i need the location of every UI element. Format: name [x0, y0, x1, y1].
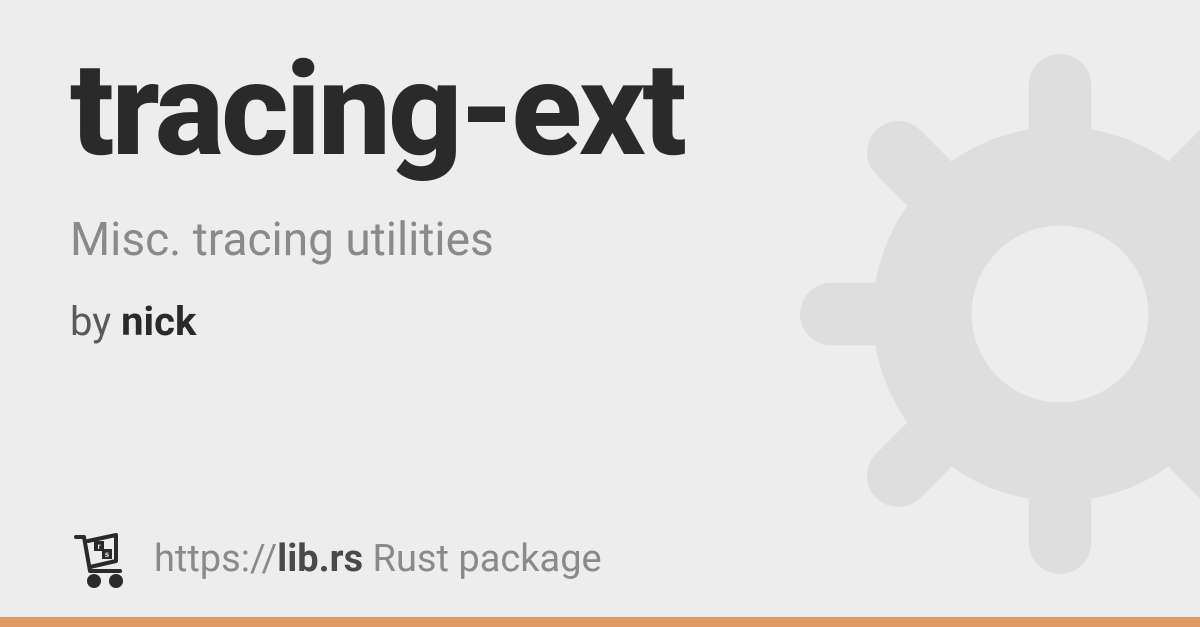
- main-content: tracing-ext Misc. tracing utilities by n…: [0, 0, 1200, 627]
- byline: by nick: [70, 298, 1130, 345]
- author-name: nick: [121, 298, 196, 345]
- librs-logo: r s: [70, 527, 134, 591]
- package-description: Misc. tracing utilities: [70, 213, 1130, 268]
- footer: r s https://lib.rs Rust package: [70, 527, 1130, 627]
- cart-icon: r s: [70, 527, 134, 591]
- package-title: tracing-ext: [70, 42, 1130, 179]
- svg-text:r: r: [97, 542, 100, 551]
- footer-text: https://lib.rs Rust package: [154, 537, 602, 581]
- accent-bar: [0, 617, 1200, 627]
- footer-suffix: Rust package: [363, 537, 602, 581]
- by-prefix: by: [70, 298, 121, 345]
- svg-text:s: s: [105, 550, 110, 559]
- url-prefix: https://: [154, 537, 277, 581]
- domain: lib.rs: [277, 537, 363, 581]
